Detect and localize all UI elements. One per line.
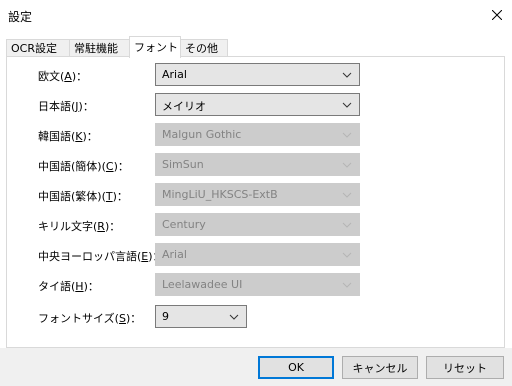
tab-label: フォント [134, 41, 178, 54]
central-european-font-select[interactable]: Arial [155, 243, 360, 266]
tab-label: 常駐機能 [74, 42, 118, 55]
close-button[interactable] [482, 0, 512, 30]
chinese-traditional-font-select[interactable]: MingLiU_HKSCS-ExtB [155, 183, 360, 206]
label-font-size: フォントサイズ(S)： [38, 312, 142, 325]
chevron-down-icon [342, 222, 352, 228]
tab-resident[interactable]: 常駐機能 [69, 39, 130, 56]
font-size-select[interactable]: 9 [155, 305, 247, 328]
label-chinese-simplified: 中国語(簡体)(C)： [38, 160, 129, 173]
chevron-down-icon [342, 132, 352, 138]
label-cyrillic: キリル文字(R)： [38, 220, 121, 233]
selected-value: MingLiU_HKSCS-ExtB [162, 188, 278, 201]
thai-font-select[interactable]: Leelawadee UI [155, 273, 360, 296]
tab-strip: OCR設定 常駐機能 フォント その他 [6, 36, 506, 58]
label-chinese-traditional: 中国語(繁体)(T)： [38, 190, 128, 203]
japanese-font-select[interactable]: メイリオ [155, 93, 360, 116]
chevron-down-icon [229, 314, 239, 320]
selected-value: Malgun Gothic [162, 128, 242, 141]
selected-value: SimSun [162, 158, 204, 171]
korean-font-select[interactable]: Malgun Gothic [155, 123, 360, 146]
label-japanese: 日本語(J)： [38, 100, 94, 113]
cyrillic-font-select[interactable]: Century [155, 213, 360, 236]
label-central-european: 中央ヨーロッパ言語(E)： [38, 250, 164, 263]
chevron-down-icon [342, 162, 352, 168]
selected-value: Arial [162, 248, 187, 261]
button-label: リセット [443, 361, 487, 375]
tab-ocr-settings[interactable]: OCR設定 [6, 39, 70, 56]
latin-font-select[interactable]: Arial [155, 63, 360, 86]
tab-other[interactable]: その他 [180, 39, 228, 56]
button-label: OK [288, 361, 304, 374]
selected-value: Leelawadee UI [162, 278, 243, 291]
selected-value: Century [162, 218, 206, 231]
label-thai: タイ語(H)： [38, 280, 99, 293]
ok-button[interactable]: OK [258, 356, 334, 379]
chevron-down-icon [342, 282, 352, 288]
title-bar: 設定 [0, 0, 512, 30]
cancel-button[interactable]: キャンセル [342, 356, 418, 379]
tab-label: OCR設定 [11, 42, 57, 55]
selected-value: 9 [162, 310, 169, 323]
window-title: 設定 [8, 10, 33, 24]
chevron-down-icon [342, 192, 352, 198]
label-latin: 欧文(A)： [38, 70, 88, 83]
chevron-down-icon [342, 102, 352, 108]
chevron-down-icon [342, 252, 352, 258]
button-label: キャンセル [352, 361, 408, 375]
chevron-down-icon [342, 72, 352, 78]
selected-value: メイリオ [162, 100, 206, 113]
selected-value: Arial [162, 68, 187, 81]
reset-button[interactable]: リセット [426, 356, 504, 379]
tab-label: その他 [185, 42, 218, 55]
close-icon [492, 10, 502, 20]
chinese-simplified-font-select[interactable]: SimSun [155, 153, 360, 176]
tab-fonts[interactable]: フォント [129, 36, 181, 58]
label-korean: 韓国語(K)： [38, 130, 98, 143]
